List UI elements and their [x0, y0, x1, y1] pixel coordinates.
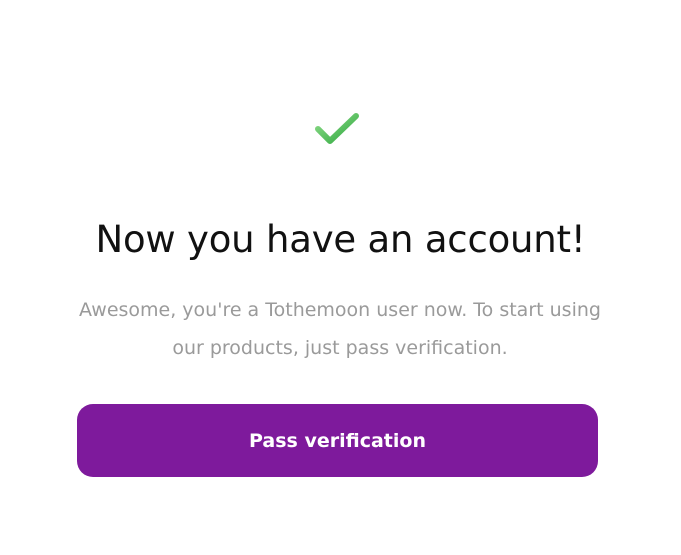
page-title: Now you have an account! [95, 218, 586, 261]
checkmark-icon [315, 113, 359, 144]
success-message: Awesome, you're a Tothemoon user now. To… [79, 299, 601, 359]
pass-verification-button[interactable]: Pass verification [77, 404, 598, 477]
account-created-page: Now you have an account! Awesome, you're… [0, 0, 681, 555]
checkmark-stroke [315, 113, 359, 144]
